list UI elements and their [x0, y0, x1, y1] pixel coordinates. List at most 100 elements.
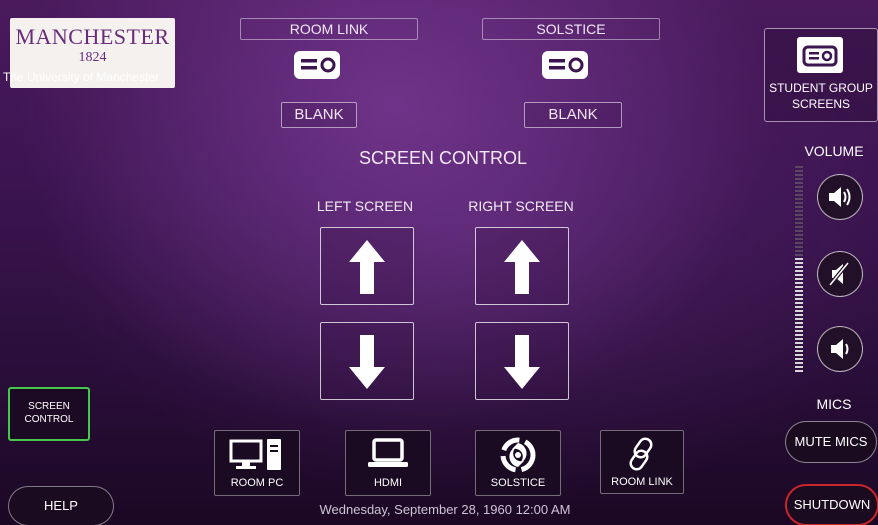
volume-meter-segment	[795, 166, 803, 168]
volume-up-button[interactable]	[817, 174, 863, 220]
volume-meter-segment	[795, 274, 803, 276]
volume-down-icon	[831, 339, 849, 359]
volume-meter-segment	[795, 170, 803, 172]
logo-wordmark: MANCHESTER	[15, 24, 170, 49]
volume-meter-segment	[795, 202, 803, 204]
laptop-icon	[368, 438, 408, 467]
volume-meter-segment	[795, 298, 803, 300]
screen-control-button-line1: SCREEN	[28, 401, 70, 412]
volume-meter-segment	[795, 182, 803, 184]
volume-label: VOLUME	[804, 143, 864, 159]
volume-meter-segment	[795, 350, 803, 352]
arrow-down-icon	[504, 335, 540, 389]
university-name: The University of Manchester	[3, 70, 160, 84]
projector-icon[interactable]	[292, 47, 342, 83]
volume-meter-segment	[795, 198, 803, 200]
volume-meter-segment	[795, 330, 803, 332]
volume-meter-segment	[795, 230, 803, 232]
source-room-pc-button[interactable]: ROOM PC	[214, 430, 300, 496]
projector-icon[interactable]	[540, 47, 590, 83]
volume-meter-segment	[795, 206, 803, 208]
volume-meter-segment	[795, 190, 803, 192]
volume-meter-segment	[795, 270, 803, 272]
volume-meter-segment	[795, 234, 803, 236]
student-group-label-line1: STUDENT GROUP	[769, 81, 873, 95]
right-screen-up-button[interactable]	[475, 227, 569, 305]
volume-meter-segment	[795, 250, 803, 252]
volume-meter-segment	[795, 334, 803, 336]
volume-meter-segment	[795, 282, 803, 284]
volume-meter-segment	[795, 342, 803, 344]
source-hdmi-button[interactable]: HDMI	[345, 430, 431, 496]
left-screen-label: LEFT SCREEN	[316, 198, 414, 214]
volume-meter-segment	[795, 262, 803, 264]
arrow-up-icon	[349, 240, 385, 294]
left-screen-up-button[interactable]	[320, 227, 414, 305]
volume-meter-segment	[795, 210, 803, 212]
volume-meter-segment	[795, 286, 803, 288]
volume-meter-segment	[795, 314, 803, 316]
volume-meter-segment	[795, 218, 803, 220]
volume-meter-segment	[795, 318, 803, 320]
volume-meter-segment	[795, 226, 803, 228]
source-room-link-button[interactable]: ROOM LINK	[600, 430, 684, 494]
link-icon	[629, 437, 653, 471]
student-group-screens-button[interactable]: STUDENT GROUP SCREENS	[764, 28, 878, 122]
screen-control-button-line2: CONTROL	[24, 414, 74, 425]
volume-mute-icon	[828, 261, 850, 287]
volume-up-icon	[829, 187, 851, 207]
desktop-pc-icon	[229, 439, 281, 470]
source-label: HDMI	[373, 477, 403, 489]
right-screen-label: RIGHT SCREEN	[468, 198, 574, 214]
mute-mics-button[interactable]: MUTE MICS	[785, 421, 877, 463]
volume-meter-segment	[795, 258, 803, 260]
volume-meter-segment	[795, 366, 803, 368]
help-button[interactable]: HELP	[8, 486, 114, 525]
volume-meter-segment	[795, 294, 803, 296]
volume-meter-segment	[795, 326, 803, 328]
volume-meter-segment	[795, 238, 803, 240]
volume-meter-segment	[795, 278, 803, 280]
volume-meter-segment	[795, 174, 803, 176]
solstice-blank-button[interactable]: BLANK	[524, 102, 622, 128]
volume-mute-button[interactable]	[817, 251, 863, 297]
logo-year: 1824	[78, 50, 107, 65]
right-screen-down-button[interactable]	[475, 322, 569, 400]
volume-meter-segment	[795, 302, 803, 304]
source-solstice-button[interactable]: SOLSTICE	[475, 430, 561, 496]
volume-down-button[interactable]	[817, 326, 863, 372]
mics-label: MICS	[816, 396, 852, 412]
volume-meter-segment	[795, 214, 803, 216]
volume-meter-segment	[795, 290, 803, 292]
volume-meter-segment	[795, 370, 803, 372]
room-link-header-label: ROOM LINK	[240, 18, 418, 40]
room-link-blank-button[interactable]: BLANK	[281, 102, 357, 128]
source-label: ROOM LINK	[611, 476, 673, 488]
volume-meter-segment	[795, 310, 803, 312]
source-label: ROOM PC	[230, 477, 284, 489]
screen-control-button[interactable]: SCREEN CONTROL	[8, 387, 90, 441]
volume-meter-segment	[795, 194, 803, 196]
arrow-up-icon	[504, 240, 540, 294]
arrow-down-icon	[349, 335, 385, 389]
volume-meter-segment	[795, 254, 803, 256]
left-screen-down-button[interactable]	[320, 322, 414, 400]
volume-meter-segment	[795, 186, 803, 188]
volume-meter-segment	[795, 222, 803, 224]
volume-meter-segment	[795, 322, 803, 324]
volume-meter-segment	[795, 242, 803, 244]
volume-meter-segment	[795, 306, 803, 308]
student-group-label-line2: SCREENS	[791, 97, 850, 111]
volume-meter-segment	[795, 178, 803, 180]
volume-meter-segment	[795, 266, 803, 268]
volume-meter-segment	[795, 246, 803, 248]
screen-control-title: SCREEN CONTROL	[358, 148, 528, 168]
volume-meter-segment	[795, 338, 803, 340]
volume-meter-segment	[795, 358, 803, 360]
volume-meter-segment	[795, 354, 803, 356]
date-time: Wednesday, September 28, 1960 12:00 AM	[319, 502, 571, 517]
shutdown-button[interactable]: SHUTDOWN	[785, 484, 878, 525]
solstice-swirl-icon	[500, 437, 536, 473]
volume-meter-segment	[795, 346, 803, 348]
source-label: SOLSTICE	[490, 477, 546, 489]
